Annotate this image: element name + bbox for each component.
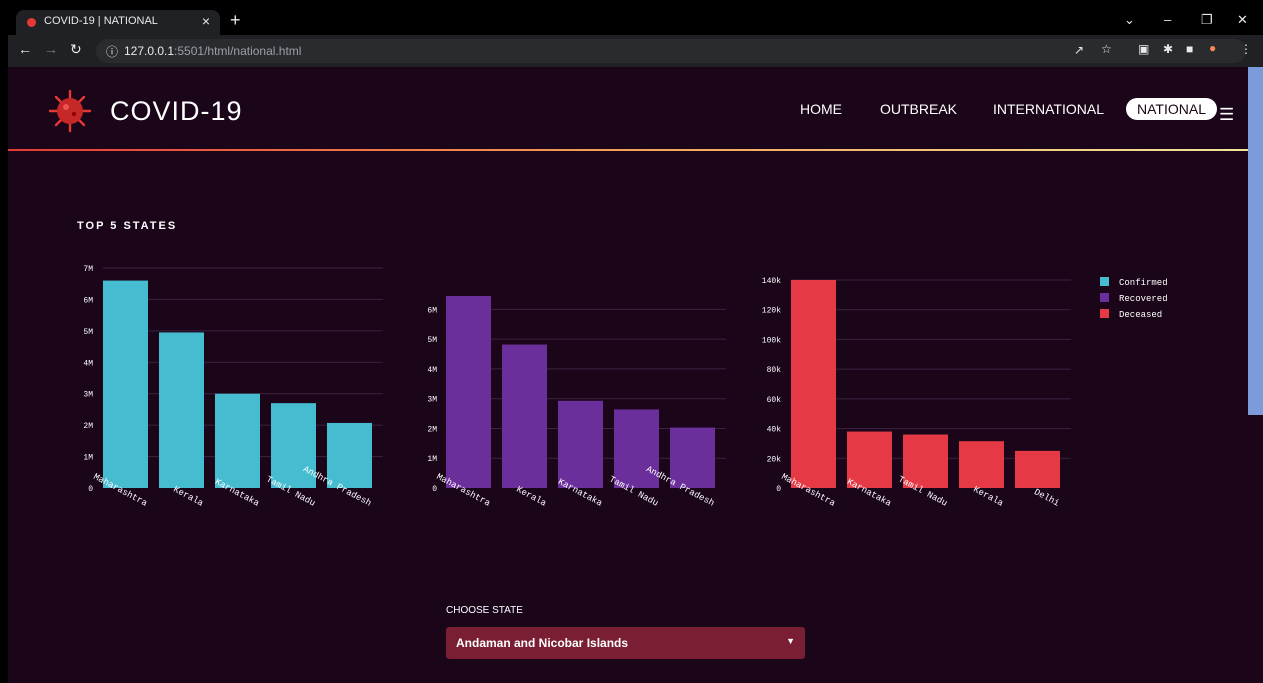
y-tick-label: 40k bbox=[767, 426, 782, 435]
caret-down-icon: ▼ bbox=[786, 636, 795, 646]
y-tick-label: 1M bbox=[427, 455, 437, 464]
y-tick-label: 0 bbox=[776, 485, 781, 494]
selected-state: Andaman and Nicobar Islands bbox=[456, 636, 629, 650]
legend-swatch-recovered bbox=[1100, 293, 1109, 302]
y-tick-label: 4M bbox=[427, 366, 437, 375]
legend-label-deceased: Deceased bbox=[1119, 310, 1162, 320]
y-tick-label: 1M bbox=[83, 454, 93, 463]
bar-delhi bbox=[1015, 450, 1060, 488]
x-tick-label: Kerala bbox=[971, 485, 1005, 509]
y-tick-label: 6M bbox=[83, 296, 93, 305]
y-tick-label: 2M bbox=[427, 425, 437, 434]
y-tick-label: 80k bbox=[767, 366, 782, 375]
browser-window: COVID-19 | NATIONAL × + ⌄ – ❐ ✕ ← → ↻ ⓘ … bbox=[8, 8, 1263, 683]
x-tick-label: Kerala bbox=[514, 485, 548, 509]
scrollbar-thumb[interactable] bbox=[1248, 67, 1263, 415]
y-tick-label: 140k bbox=[762, 277, 781, 286]
bar-maharashtra bbox=[791, 280, 836, 488]
bar-kerala bbox=[959, 441, 1004, 488]
legend-swatch-confirmed bbox=[1100, 277, 1109, 286]
y-tick-label: 100k bbox=[762, 336, 781, 345]
y-tick-label: 0 bbox=[88, 485, 93, 494]
y-tick-label: 6M bbox=[427, 306, 437, 315]
y-tick-label: 7M bbox=[83, 265, 93, 274]
y-tick-label: 5M bbox=[83, 328, 93, 337]
bar-maharashtra bbox=[103, 280, 148, 488]
y-tick-label: 20k bbox=[767, 455, 782, 464]
legend-label-confirmed: Confirmed bbox=[1119, 278, 1168, 288]
legend-label-recovered: Recovered bbox=[1119, 294, 1168, 304]
y-tick-label: 5M bbox=[427, 336, 437, 345]
y-tick-label: 2M bbox=[83, 422, 93, 431]
legend-swatch-deceased bbox=[1100, 309, 1109, 318]
page-scrollbar[interactable] bbox=[1248, 67, 1263, 683]
bar-kerala bbox=[159, 332, 204, 488]
x-tick-label: Kerala bbox=[171, 485, 205, 509]
y-tick-label: 120k bbox=[762, 307, 781, 316]
bar-karnataka bbox=[558, 400, 603, 488]
bar-karnataka bbox=[215, 393, 260, 488]
y-tick-label: 60k bbox=[767, 396, 782, 405]
y-tick-label: 0 bbox=[432, 485, 437, 494]
bar-maharashtra bbox=[446, 296, 491, 488]
y-tick-label: 3M bbox=[83, 391, 93, 400]
choose-state-label: CHOOSE STATE bbox=[446, 605, 523, 616]
y-tick-label: 3M bbox=[427, 396, 437, 405]
y-tick-label: 4M bbox=[83, 359, 93, 368]
state-select[interactable]: Andaman and Nicobar Islands ▼ bbox=[446, 627, 805, 659]
x-tick-label: Delhi bbox=[1032, 487, 1061, 509]
bar-kerala bbox=[502, 344, 547, 488]
top-states-charts: 01M2M3M4M5M6M7MMaharashtra Kerala Karnatak… bbox=[83, 265, 1168, 509]
